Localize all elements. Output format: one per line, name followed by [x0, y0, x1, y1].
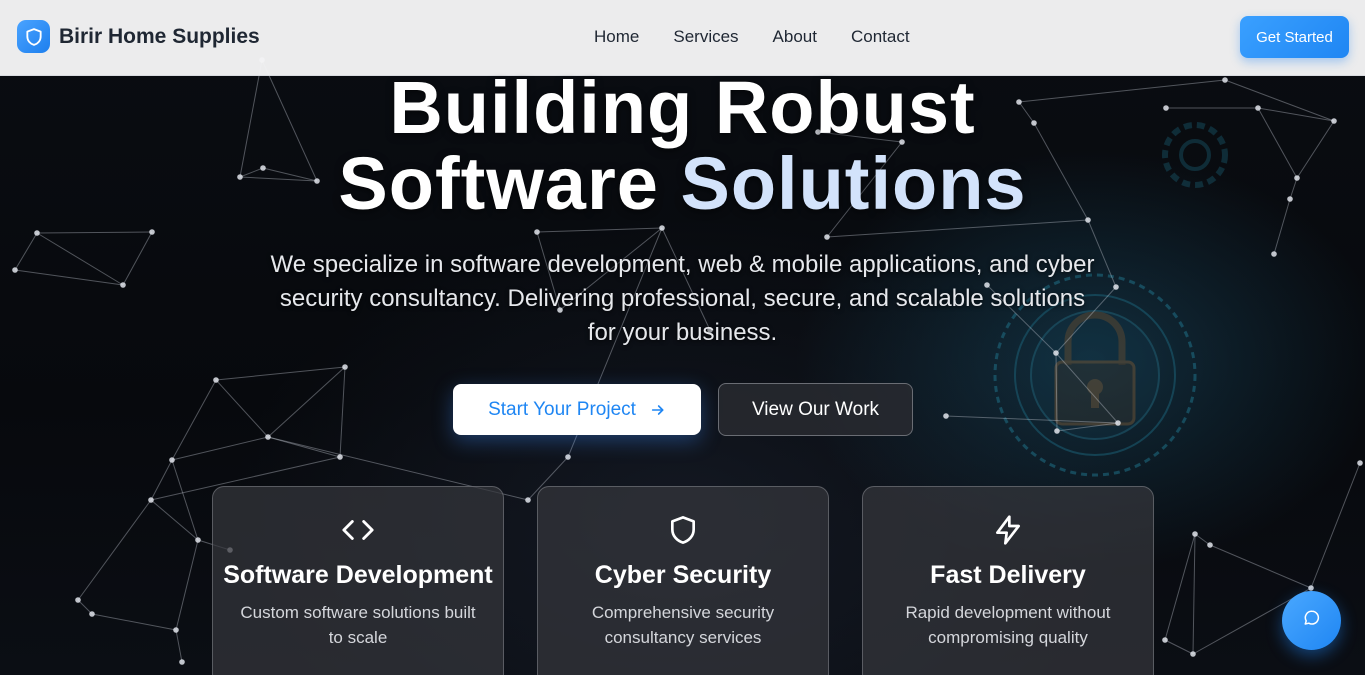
network-line: [122, 231, 153, 286]
network-line: [175, 629, 183, 663]
network-line: [536, 227, 663, 233]
network-node: [659, 225, 665, 231]
network-node: [195, 537, 201, 543]
network-line: [267, 366, 346, 438]
network-line: [1055, 352, 1058, 432]
lightning-icon: [991, 513, 1025, 547]
network-line: [150, 499, 199, 541]
feature-title: Fast Delivery: [930, 561, 1086, 589]
chat-bubble-icon: [1303, 609, 1321, 632]
network-node: [1357, 460, 1363, 466]
network-line: [339, 366, 346, 458]
feature-description: Custom software solutions built to scale: [240, 603, 476, 647]
network-node: [1054, 428, 1060, 434]
hero-title-software: Software: [338, 142, 659, 225]
brand-name: Birir Home Supplies: [59, 24, 260, 48]
network-node: [1115, 420, 1121, 426]
brand[interactable]: Birir Home Supplies: [17, 20, 260, 53]
network-node: [565, 454, 571, 460]
nav-link-services[interactable]: Services: [673, 27, 738, 47]
network-node: [1207, 542, 1213, 548]
start-project-button[interactable]: Start Your Project: [453, 384, 701, 435]
network-node: [148, 497, 154, 503]
network-node: [34, 230, 40, 236]
network-node: [75, 597, 81, 603]
network-node: [824, 234, 830, 240]
network-node: [179, 659, 185, 665]
nav-link-about[interactable]: About: [773, 27, 817, 47]
hero-subtitle: We specialize in software development, w…: [270, 251, 1095, 346]
chat-button[interactable]: [1282, 591, 1341, 650]
arrow-right-icon: [650, 402, 666, 418]
network-node: [1192, 531, 1198, 537]
hero-title-line1: Building Robust: [389, 66, 976, 149]
feature-card-software: Software Development Custom software sol…: [212, 486, 504, 675]
nav-link-contact[interactable]: Contact: [851, 27, 910, 47]
network-node: [149, 229, 155, 235]
network-line: [215, 366, 346, 381]
network-node: [1053, 350, 1059, 356]
network-node: [943, 413, 949, 419]
network-node: [1271, 251, 1277, 257]
network-node: [1190, 651, 1196, 657]
shield-icon: [666, 513, 700, 547]
view-work-button[interactable]: View Our Work: [718, 383, 913, 436]
feature-description: Comprehensive security consultancy servi…: [591, 603, 775, 647]
feature-title: Software Development: [223, 561, 493, 589]
navbar: Birir Home Supplies Home Services About …: [0, 0, 1365, 76]
feature-card-delivery: Fast Delivery Rapid development without …: [862, 486, 1154, 675]
hero-title-solutions: Solutions: [680, 142, 1027, 225]
get-started-button[interactable]: Get Started: [1240, 16, 1349, 58]
network-line: [1164, 533, 1196, 641]
nav-links: Home Services About Contact: [594, 27, 944, 47]
network-line: [1056, 422, 1119, 432]
network-line: [1055, 352, 1119, 424]
network-line: [14, 232, 38, 271]
network-node: [89, 611, 95, 617]
feature-card-security: Cyber Security Comprehensive security co…: [537, 486, 829, 675]
network-node: [169, 457, 175, 463]
network-line: [171, 436, 269, 461]
network-line: [36, 232, 124, 286]
network-line: [945, 415, 1119, 424]
network-node: [534, 229, 540, 235]
feature-description: Rapid development without compromising q…: [905, 603, 1111, 647]
network-line: [1209, 544, 1312, 589]
network-node: [213, 377, 219, 383]
network-node: [1113, 284, 1119, 290]
network-line: [14, 269, 124, 286]
code-icon: [341, 513, 375, 547]
network-node: [1308, 585, 1314, 591]
network-node: [337, 454, 343, 460]
network-node: [12, 267, 18, 273]
network-line: [36, 231, 153, 234]
network-line: [77, 599, 93, 615]
network-line: [77, 499, 152, 601]
network-line: [1310, 462, 1361, 589]
network-line: [215, 379, 269, 438]
network-node: [265, 434, 271, 440]
network-node: [173, 627, 179, 633]
network-line: [175, 539, 199, 631]
network-line: [171, 379, 217, 461]
hero-title-line2: Software Solutions: [0, 146, 1365, 222]
nav-link-home[interactable]: Home: [594, 27, 639, 47]
start-project-label: Start Your Project: [488, 398, 636, 420]
feature-title: Cyber Security: [594, 561, 772, 589]
network-node: [525, 497, 531, 503]
network-node: [120, 282, 126, 288]
network-line: [91, 613, 177, 631]
network-line: [150, 459, 173, 501]
network-line: [1164, 639, 1194, 655]
network-node: [1162, 637, 1168, 643]
network-node: [342, 364, 348, 370]
hero-title: Building Robust Software Solutions: [0, 70, 1365, 222]
shield-icon: [17, 20, 50, 53]
network-line: [1192, 533, 1196, 655]
network-line: [171, 459, 199, 541]
